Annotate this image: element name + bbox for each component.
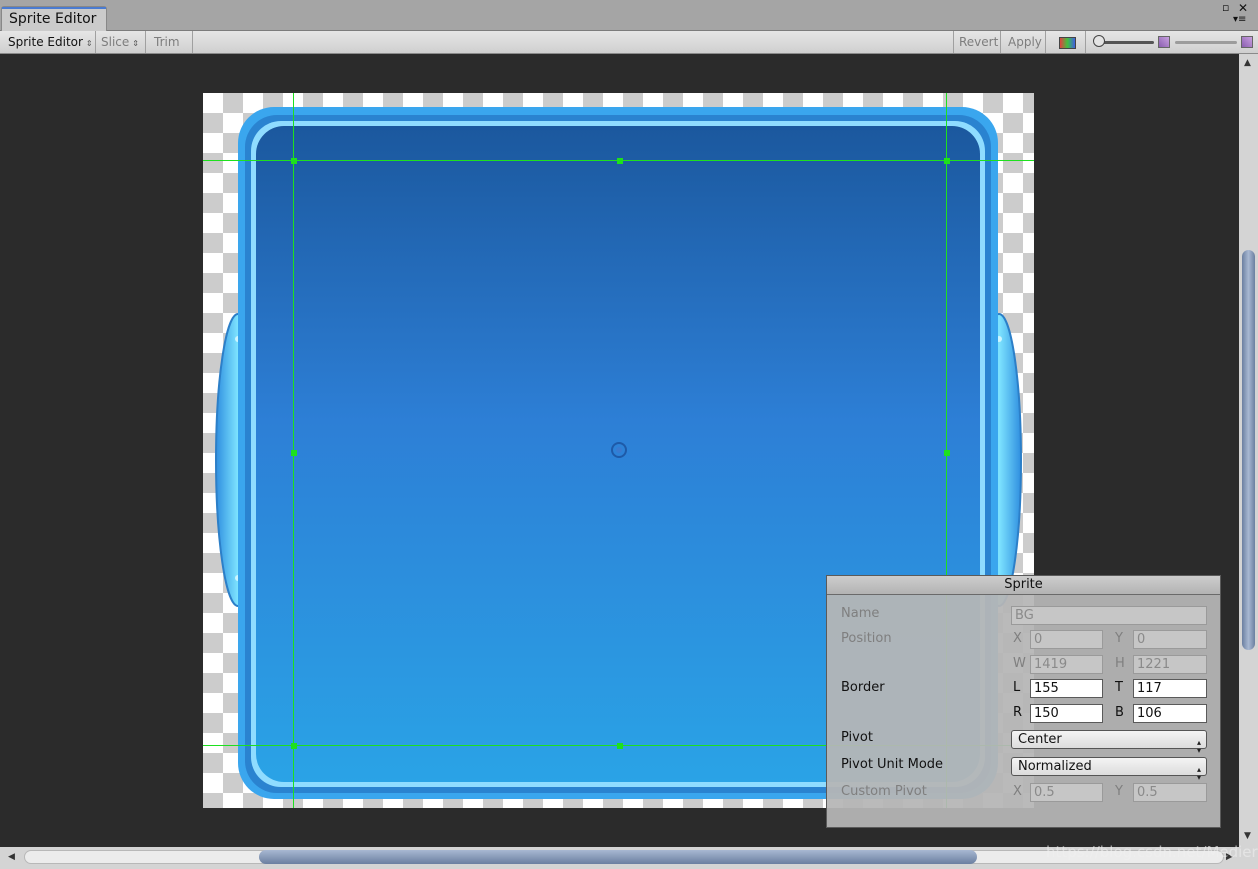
l-label: L — [1013, 680, 1021, 695]
watermark: https://blog.csdn.net/Mediery — [1046, 843, 1258, 861]
revert-label: Revert — [959, 35, 999, 49]
tab-active-accent — [2, 7, 106, 9]
name-label: Name — [841, 606, 880, 621]
dropdown-carets-icon: ▴ ▾ — [1196, 738, 1201, 755]
custom-pivot-x-field: 0.5 — [1030, 783, 1103, 802]
pivot-unit-mode-value: Normalized — [1018, 759, 1092, 774]
border-handle-bottom[interactable] — [617, 743, 623, 749]
custom-pivot-y-label: Y — [1115, 784, 1123, 799]
slice-label: Slice — [101, 35, 130, 49]
custom-pivot-label: Custom Pivot — [841, 784, 927, 799]
w-label: W — [1013, 656, 1026, 671]
border-handle-right[interactable] — [944, 450, 950, 456]
scroll-up-icon[interactable]: ▲ — [1244, 58, 1251, 68]
tab-label: Sprite Editor — [9, 11, 97, 27]
border-handle-top-right[interactable] — [944, 158, 950, 164]
position-label: Position — [841, 631, 892, 646]
horizontal-scroll-thumb[interactable] — [259, 850, 977, 864]
y-label: Y — [1115, 631, 1123, 646]
r-label: R — [1013, 705, 1023, 720]
dropdown-arrow-icon: ⇕ — [132, 39, 139, 48]
pivot-handle-icon[interactable] — [611, 442, 627, 458]
pivot-unit-mode-label: Pivot Unit Mode — [841, 757, 944, 772]
border-handle-bottom-left[interactable] — [291, 743, 297, 749]
window-menu-icon[interactable]: ▾≡ — [1233, 14, 1246, 25]
close-icon[interactable]: ✕ — [1238, 1, 1248, 15]
dropdown-carets-icon: ▴ ▾ — [1196, 765, 1201, 782]
apply-button[interactable]: Apply — [1001, 31, 1046, 53]
t-label: T — [1115, 680, 1123, 695]
pivot-unit-mode-dropdown[interactable]: Normalized ▴ ▾ — [1011, 757, 1207, 782]
trim-label: Trim — [154, 35, 180, 49]
vertical-scroll-thumb[interactable] — [1242, 250, 1255, 650]
zoom-slider-track[interactable] — [1098, 41, 1154, 44]
scroll-down-icon[interactable]: ▼ — [1244, 831, 1251, 841]
pivot-label: Pivot — [841, 730, 873, 745]
vertical-scrollbar[interactable]: ▲ ▼ — [1239, 54, 1258, 847]
width-field: 1419 — [1030, 655, 1103, 674]
border-top-field[interactable]: 117 — [1133, 679, 1207, 698]
maximize-icon[interactable]: ▫ — [1222, 1, 1229, 14]
border-bottom-field[interactable]: 106 — [1133, 704, 1207, 723]
apply-label: Apply — [1008, 35, 1042, 49]
border-label: Border — [841, 680, 885, 695]
slice-dropdown[interactable]: Slice ⇕ — [96, 31, 146, 53]
name-field: BG — [1011, 606, 1207, 625]
rgb-icon — [1059, 37, 1076, 49]
revert-button[interactable]: Revert — [953, 31, 1001, 53]
mode-dropdown-label: Sprite Editor — [8, 35, 83, 49]
border-left-field[interactable]: 155 — [1030, 679, 1103, 698]
pivot-dropdown-value: Center — [1018, 732, 1062, 747]
border-handle-top[interactable] — [617, 158, 623, 164]
scroll-left-icon[interactable]: ◀ — [8, 852, 15, 862]
custom-pivot-y-field: 0.5 — [1133, 783, 1207, 802]
border-handle-left[interactable] — [291, 450, 297, 456]
x-label: X — [1013, 631, 1022, 646]
color-channel-toggle[interactable] — [1046, 31, 1086, 53]
mip-icon — [1158, 36, 1170, 48]
height-field: 1221 — [1133, 655, 1207, 674]
dropdown-arrow-icon: ⇕ — [85, 39, 93, 48]
sprite-inspector-panel: Sprite Name BG Position X 0 Y 0 W 1419 H… — [826, 575, 1221, 828]
mip-slider-track[interactable] — [1175, 41, 1237, 44]
trim-button[interactable]: Trim — [146, 31, 193, 53]
zoom-slider-knob[interactable] — [1093, 35, 1105, 47]
panel-title: Sprite — [827, 576, 1220, 595]
tab-sprite-editor[interactable]: Sprite Editor — [1, 6, 107, 31]
border-right-field[interactable]: 150 — [1030, 704, 1103, 723]
b-label: B — [1115, 705, 1124, 720]
position-x-field: 0 — [1030, 630, 1103, 649]
window-tab-bar: Sprite Editor ▫ ✕ ▾≡ — [0, 0, 1258, 31]
border-handle-top-left[interactable] — [291, 158, 297, 164]
position-y-field: 0 — [1133, 630, 1207, 649]
sprite-editor-toolbar: Sprite Editor ⇕ Slice ⇕ Trim Revert Apply — [0, 31, 1258, 54]
custom-pivot-x-label: X — [1013, 784, 1022, 799]
mode-dropdown[interactable]: Sprite Editor ⇕ — [0, 31, 96, 53]
pivot-dropdown[interactable]: Center ▴ ▾ — [1011, 730, 1207, 755]
mip-high-icon — [1241, 36, 1253, 48]
h-label: H — [1115, 656, 1125, 671]
